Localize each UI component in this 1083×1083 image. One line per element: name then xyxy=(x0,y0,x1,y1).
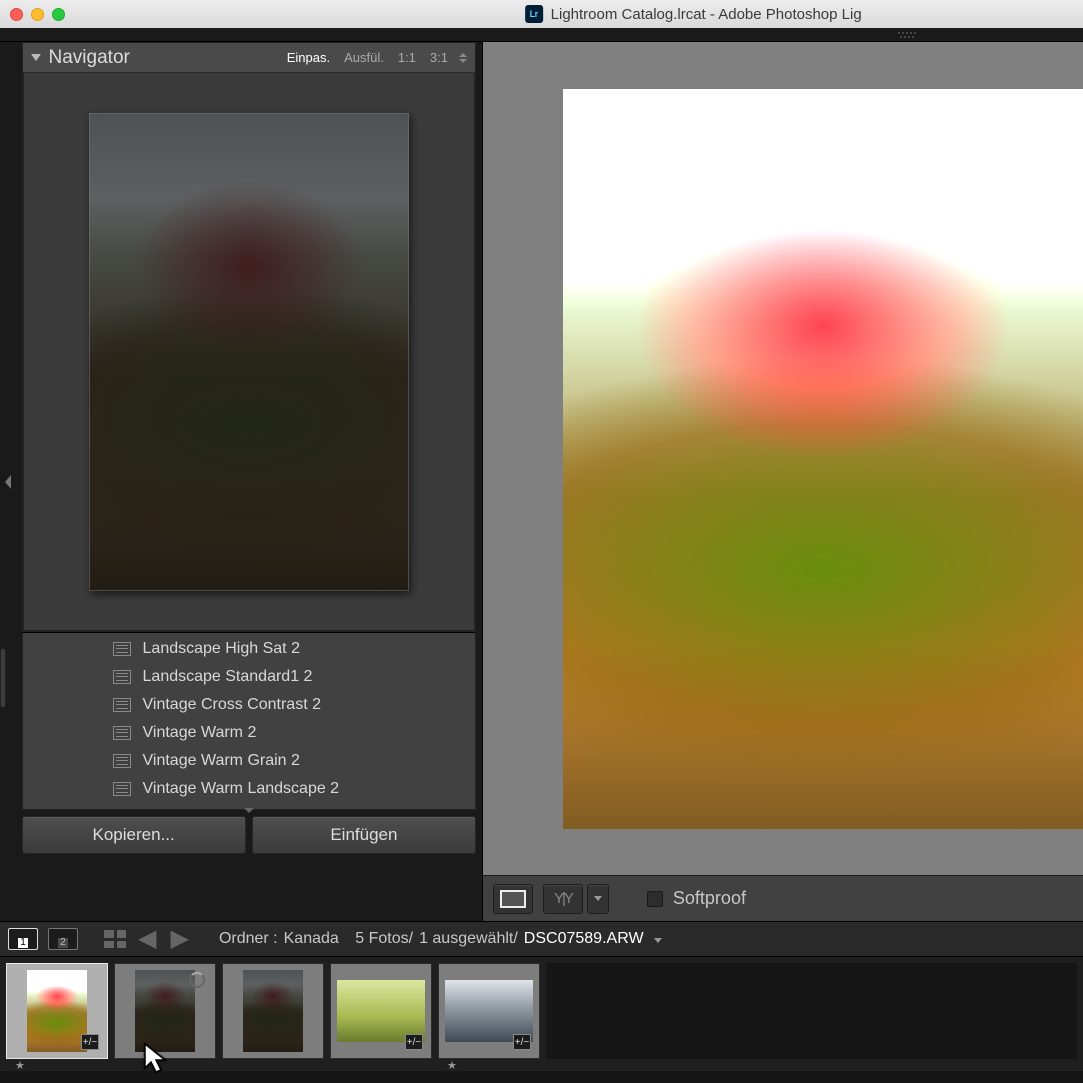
filmstrip-cell[interactable]: +/− ★ xyxy=(438,963,540,1059)
preset-label: Landscape High Sat 2 xyxy=(143,640,300,658)
lightroom-icon: Lr xyxy=(525,5,543,23)
preset-icon xyxy=(113,670,131,684)
loading-spinner-icon xyxy=(189,972,205,988)
minimize-window-button[interactable] xyxy=(31,8,44,21)
navigator-thumbnail[interactable] xyxy=(89,113,409,591)
preset-label: Vintage Warm Grain 2 xyxy=(143,752,300,770)
preset-label: Vintage Warm 2 xyxy=(143,724,257,742)
preset-icon xyxy=(113,782,131,796)
zoom-fit[interactable]: Einpas. xyxy=(280,50,337,65)
before-after-button[interactable]: Y|Y xyxy=(543,884,583,914)
monitor-2-label: 2 xyxy=(58,938,68,948)
thumbnail[interactable] xyxy=(337,980,425,1042)
left-panel-resize-handle[interactable] xyxy=(0,648,6,708)
thumbnail[interactable] xyxy=(135,970,195,1052)
folder-name: Kanada xyxy=(284,930,339,948)
presets-panel: Landscape High Sat 2 Landscape Standard1… xyxy=(22,632,476,810)
left-panel: Navigator Einpas. Ausfül. 1:1 3:1 xyxy=(16,42,483,921)
preset-item[interactable]: Landscape Standard1 2 xyxy=(23,663,475,691)
primary-monitor-button[interactable]: 1 xyxy=(8,928,38,950)
before-after-menu[interactable] xyxy=(587,884,609,914)
secondary-monitor-button[interactable]: 2 xyxy=(48,928,78,950)
softproof-checkbox[interactable] xyxy=(647,891,663,907)
close-window-button[interactable] xyxy=(10,8,23,21)
preset-item[interactable]: Vintage Cross Contrast 2 xyxy=(23,691,475,719)
copy-button[interactable]: Kopieren... xyxy=(22,816,246,854)
loupe-canvas[interactable] xyxy=(483,42,1083,875)
preset-item[interactable]: Vintage Warm Grain 2 xyxy=(23,747,475,775)
folder-label: Ordner : xyxy=(219,930,278,948)
rect-icon xyxy=(500,890,526,908)
rating-star: ★ xyxy=(447,1059,457,1072)
main-image[interactable] xyxy=(563,89,1083,829)
edit-badge-icon: +/− xyxy=(513,1034,531,1050)
top-edge[interactable] xyxy=(0,28,1083,42)
preset-label: Vintage Warm Landscape 2 xyxy=(143,780,340,798)
preset-item[interactable]: Landscape High Sat 2 xyxy=(23,635,475,663)
selected-count: 1 ausgewählt/ xyxy=(419,930,518,948)
thumbnail[interactable] xyxy=(243,970,303,1052)
image-toolbar: Y|Y Softproof xyxy=(483,875,1083,921)
main-view: Y|Y Softproof xyxy=(483,42,1083,921)
left-panel-collapse-handle[interactable] xyxy=(0,42,16,921)
edit-badge-icon: +/− xyxy=(405,1034,423,1050)
zoom-stepper[interactable] xyxy=(459,53,467,63)
monitor-1-label: 1 xyxy=(18,938,28,948)
navigator-title: Navigator xyxy=(49,47,130,69)
preset-label: Landscape Standard1 2 xyxy=(143,668,313,686)
filmstrip-cell[interactable] xyxy=(114,963,216,1059)
thumbnail[interactable] xyxy=(27,970,87,1052)
breadcrumb[interactable]: Ordner : Kanada 5 Fotos/ 1 ausgewählt/ D… xyxy=(219,930,662,948)
navigator-panel: Navigator Einpas. Ausfül. 1:1 3:1 xyxy=(22,42,476,632)
window-controls xyxy=(10,8,65,21)
edit-badge-icon: +/− xyxy=(81,1034,99,1050)
rating-star: ★ xyxy=(15,1059,25,1072)
disclosure-triangle-icon[interactable] xyxy=(31,54,41,61)
chevron-down-icon[interactable] xyxy=(654,938,662,943)
softproof-label[interactable]: Softproof xyxy=(673,888,746,909)
zoom-1-1[interactable]: 1:1 xyxy=(391,50,423,65)
loupe-view-button[interactable] xyxy=(493,884,533,914)
filmstrip-empty xyxy=(546,963,1077,1059)
filmstrip-header: 1 2 ◀ ▶ Ordner : Kanada 5 Fotos/ 1 ausge… xyxy=(0,921,1083,957)
chevron-down-icon xyxy=(594,896,602,901)
filmstrip-cell[interactable] xyxy=(222,963,324,1059)
preset-icon xyxy=(113,754,131,768)
zoom-fill[interactable]: Ausfül. xyxy=(337,50,391,65)
filmstrip-cell[interactable]: +/− xyxy=(330,963,432,1059)
zoom-3-1[interactable]: 3:1 xyxy=(423,50,455,65)
preset-item[interactable]: Vintage Warm 2 xyxy=(23,719,475,747)
window-title-text: Lightroom Catalog.lrcat - Adobe Photosho… xyxy=(551,6,862,23)
photo-count: 5 Fotos/ xyxy=(355,930,413,948)
yy-icon: Y|Y xyxy=(550,890,576,907)
paste-button[interactable]: Einfügen xyxy=(252,816,476,854)
navigator-header[interactable]: Navigator Einpas. Ausfül. 1:1 3:1 xyxy=(23,43,475,73)
navigator-preview-area[interactable] xyxy=(23,73,475,631)
current-filename: DSC07589.ARW xyxy=(524,930,644,948)
navigator-crop-indicator[interactable] xyxy=(89,113,409,591)
nav-forward-button[interactable]: ▶ xyxy=(168,927,190,951)
preset-icon xyxy=(113,726,131,740)
nav-back-button[interactable]: ◀ xyxy=(136,927,158,951)
filmstrip[interactable]: +/− ★ +/− +/− ★ xyxy=(0,957,1083,1071)
preset-item[interactable]: Vintage Warm Landscape 2 xyxy=(23,775,475,803)
macos-titlebar: Lr Lightroom Catalog.lrcat - Adobe Photo… xyxy=(0,0,1083,28)
app-frame: Navigator Einpas. Ausfül. 1:1 3:1 xyxy=(0,28,1083,1083)
preset-label: Vintage Cross Contrast 2 xyxy=(143,696,321,714)
preset-icon xyxy=(113,642,131,656)
grid-view-icon[interactable] xyxy=(104,930,126,948)
filmstrip-cell[interactable]: +/− ★ xyxy=(6,963,108,1059)
preset-buttons-row: Kopieren... Einfügen xyxy=(16,810,482,860)
filmstrip-bottom-edge xyxy=(0,1071,1083,1083)
thumbnail[interactable] xyxy=(445,980,533,1042)
zoom-window-button[interactable] xyxy=(52,8,65,21)
preset-icon xyxy=(113,698,131,712)
window-title: Lr Lightroom Catalog.lrcat - Adobe Photo… xyxy=(525,5,862,23)
